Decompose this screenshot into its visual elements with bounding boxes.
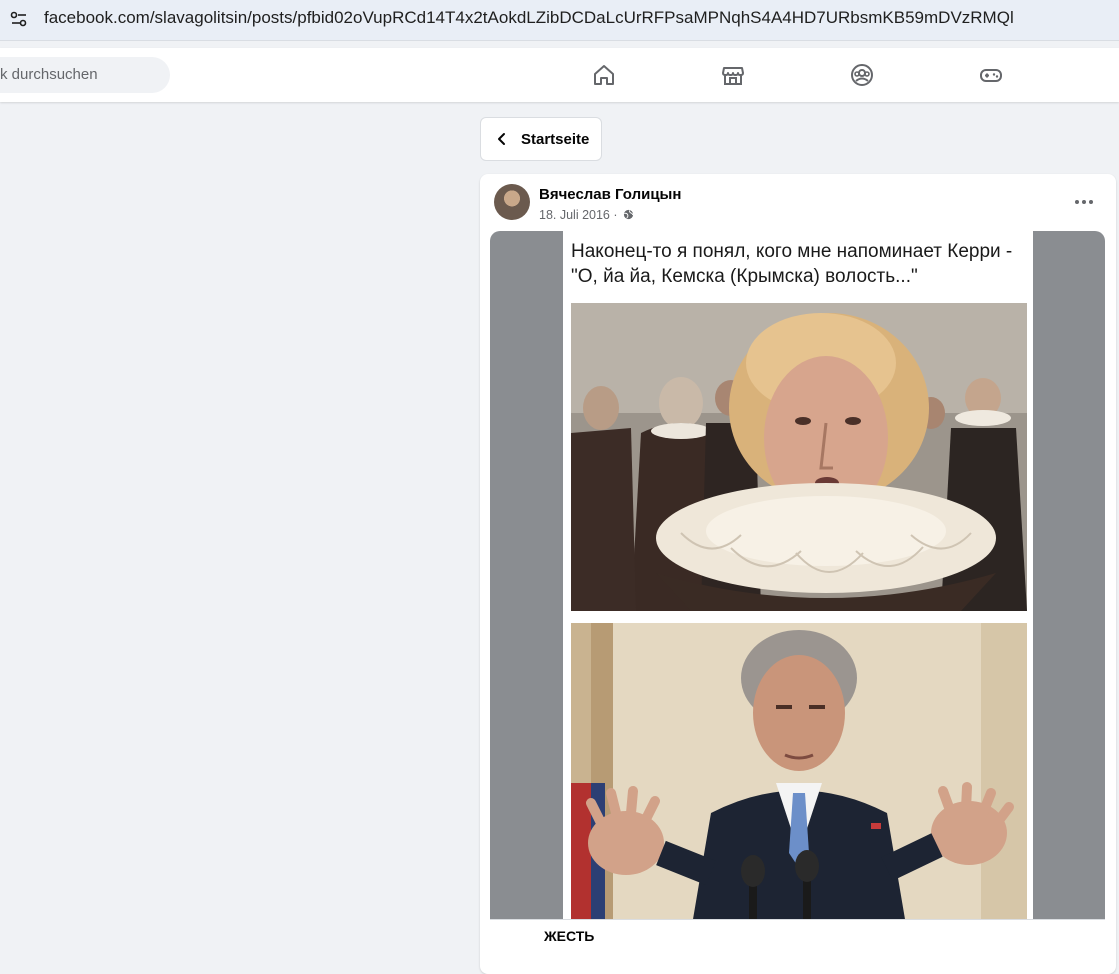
search-placeholder: k durchsuchen <box>0 66 98 83</box>
meme-image: Наконец-то я понял, кого мне напоминает … <box>563 231 1033 931</box>
back-button-label: Startseite <box>521 131 590 148</box>
search-input[interactable]: k durchsuchen <box>0 57 170 93</box>
home-icon[interactable] <box>590 61 618 89</box>
photo-ruff-collar <box>571 303 1027 611</box>
post-media[interactable]: Наконец-то я понял, кого мне напоминает … <box>490 231 1105 931</box>
shared-source-name[interactable]: ЖЕСТЬ <box>544 928 594 944</box>
chevron-left-icon <box>498 133 505 145</box>
url-field[interactable]: facebook.com/slavagolitsin/posts/pfbid02… <box>44 8 1014 28</box>
meme-caption: Наконец-то я понял, кого мне напоминает … <box>571 241 1013 287</box>
shared-source-strip[interactable]: ЖЕСТЬ <box>490 919 1105 950</box>
gaming-icon[interactable] <box>977 61 1005 89</box>
tune-icon <box>10 11 27 27</box>
post-date[interactable]: 18. Juli 2016 · <box>539 208 618 222</box>
more-icon[interactable] <box>1072 192 1096 212</box>
photo-speaker <box>571 623 1027 931</box>
globe-icon <box>623 209 634 220</box>
marketplace-icon[interactable] <box>719 61 747 89</box>
facebook-top-nav: k durchsuchen <box>0 48 1119 102</box>
site-settings-icon[interactable] <box>0 0 38 38</box>
post-card: Вячеслав Голицын 18. Juli 2016 · Наконец… <box>480 174 1116 974</box>
author-avatar[interactable] <box>494 184 530 220</box>
back-to-home-button[interactable]: Startseite <box>480 117 602 161</box>
groups-icon[interactable] <box>848 61 876 89</box>
post-meta: 18. Juli 2016 · <box>539 208 634 222</box>
browser-address-bar: facebook.com/slavagolitsin/posts/pfbid02… <box>0 0 1119 41</box>
author-name[interactable]: Вячеслав Голицын <box>539 186 681 203</box>
